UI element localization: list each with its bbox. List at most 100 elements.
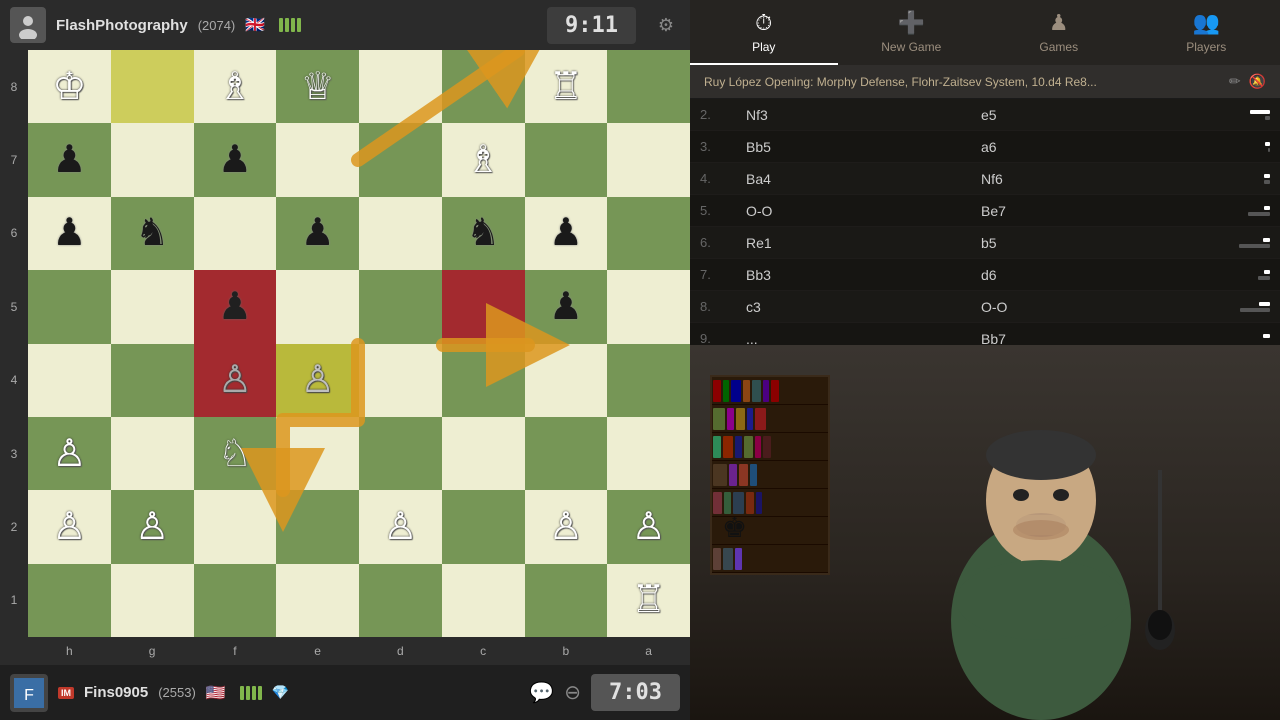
square-d2[interactable]: ♙ bbox=[359, 490, 442, 563]
square-e3[interactable] bbox=[276, 417, 359, 490]
piece-BP-b5[interactable]: ♟ bbox=[549, 288, 583, 326]
square-c6[interactable]: ♞ bbox=[442, 197, 525, 270]
square-b2[interactable]: ♙ bbox=[525, 490, 608, 563]
square-e1[interactable] bbox=[276, 564, 359, 637]
white-move[interactable]: O-O bbox=[740, 200, 975, 222]
square-g8[interactable] bbox=[111, 50, 194, 123]
black-move[interactable]: O-O bbox=[975, 296, 1210, 318]
square-e6[interactable]: ♟ bbox=[276, 197, 359, 270]
square-e2[interactable] bbox=[276, 490, 359, 563]
square-c3[interactable] bbox=[442, 417, 525, 490]
square-e5[interactable] bbox=[276, 270, 359, 343]
square-a3[interactable] bbox=[607, 417, 690, 490]
square-f5[interactable]: ♟ bbox=[194, 270, 277, 343]
piece-WP-b2[interactable]: ♙ bbox=[549, 508, 583, 546]
square-b1[interactable] bbox=[525, 564, 608, 637]
piece-WK-h8[interactable]: ♔ bbox=[52, 68, 86, 106]
square-c5[interactable] bbox=[442, 270, 525, 343]
nav-games[interactable]: ♟ Games bbox=[985, 0, 1133, 65]
piece-BP-b6[interactable]: ♟ bbox=[549, 214, 583, 252]
piece-WP-d2[interactable]: ♙ bbox=[383, 508, 417, 546]
white-move[interactable]: Nf3 bbox=[740, 104, 975, 126]
nav-new-game[interactable]: ➕ New Game bbox=[838, 0, 986, 65]
black-move[interactable]: Be7 bbox=[975, 200, 1210, 222]
square-h6[interactable]: ♟ bbox=[28, 197, 111, 270]
black-move[interactable]: e5 bbox=[975, 104, 1210, 126]
square-a5[interactable] bbox=[607, 270, 690, 343]
square-e7[interactable] bbox=[276, 123, 359, 196]
info-button[interactable]: 🔕 bbox=[1249, 73, 1266, 90]
piece-BN-g6[interactable]: ♞ bbox=[135, 214, 169, 252]
white-move[interactable]: Bb3 bbox=[740, 264, 975, 286]
square-d7[interactable] bbox=[359, 123, 442, 196]
square-f7[interactable]: ♟ bbox=[194, 123, 277, 196]
square-h4[interactable] bbox=[28, 344, 111, 417]
square-f3[interactable]: ♘ bbox=[194, 417, 277, 490]
square-g3[interactable] bbox=[111, 417, 194, 490]
square-a8[interactable] bbox=[607, 50, 690, 123]
square-c7[interactable]: ♗ bbox=[442, 123, 525, 196]
white-move[interactable]: ... bbox=[740, 328, 975, 346]
square-b6[interactable]: ♟ bbox=[525, 197, 608, 270]
square-g5[interactable] bbox=[111, 270, 194, 343]
chess-board[interactable]: 8♔♗♕♖7♟♟♗6♟♞♟♞♟5♟♟4♙♙3♙♘2♙♙♙♙♙1♖hgfedcba bbox=[0, 50, 690, 665]
square-g1[interactable] bbox=[111, 564, 194, 637]
piece-WR-a1[interactable]: ♖ bbox=[632, 581, 666, 619]
square-c2[interactable] bbox=[442, 490, 525, 563]
square-b4[interactable] bbox=[525, 344, 608, 417]
square-c4[interactable] bbox=[442, 344, 525, 417]
edit-button[interactable]: ✏ bbox=[1229, 73, 1241, 90]
square-h2[interactable]: ♙ bbox=[28, 490, 111, 563]
draw-button[interactable]: ⊖ bbox=[564, 680, 581, 705]
square-b8[interactable]: ♖ bbox=[525, 50, 608, 123]
piece-WP-e4[interactable]: ♙ bbox=[301, 361, 335, 399]
square-a7[interactable] bbox=[607, 123, 690, 196]
piece-WP-g2[interactable]: ♙ bbox=[135, 508, 169, 546]
square-f2[interactable] bbox=[194, 490, 277, 563]
square-g6[interactable]: ♞ bbox=[111, 197, 194, 270]
piece-BP-f7[interactable]: ♟ bbox=[218, 141, 252, 179]
piece-BN-c6[interactable]: ♞ bbox=[466, 214, 500, 252]
piece-WP-h3[interactable]: ♙ bbox=[52, 435, 86, 473]
square-b5[interactable]: ♟ bbox=[525, 270, 608, 343]
nav-play[interactable]: ⏱ Play bbox=[690, 0, 838, 65]
square-a2[interactable]: ♙ bbox=[607, 490, 690, 563]
square-b7[interactable] bbox=[525, 123, 608, 196]
square-c1[interactable] bbox=[442, 564, 525, 637]
square-g7[interactable] bbox=[111, 123, 194, 196]
square-c8[interactable] bbox=[442, 50, 525, 123]
piece-WB-c7[interactable]: ♗ bbox=[466, 141, 500, 179]
white-move[interactable]: Bb5 bbox=[740, 136, 975, 158]
piece-BP-h7[interactable]: ♟ bbox=[52, 141, 86, 179]
chat-button[interactable]: 💬 bbox=[529, 680, 554, 705]
piece-WP-a2[interactable]: ♙ bbox=[632, 508, 666, 546]
square-h3[interactable]: ♙ bbox=[28, 417, 111, 490]
piece-BP-e6[interactable]: ♟ bbox=[301, 214, 335, 252]
white-move[interactable]: Re1 bbox=[740, 232, 975, 254]
moves-panel[interactable]: 2.Nf3e53.Bb5a64.Ba4Nf65.O-OBe76.Re1b57.B… bbox=[690, 99, 1280, 345]
nav-players[interactable]: 👥 Players bbox=[1133, 0, 1280, 65]
piece-WP-h2[interactable]: ♙ bbox=[52, 508, 86, 546]
square-a6[interactable] bbox=[607, 197, 690, 270]
black-move[interactable]: Bb7 bbox=[975, 328, 1210, 346]
square-h7[interactable]: ♟ bbox=[28, 123, 111, 196]
piece-BP-h6[interactable]: ♟ bbox=[52, 214, 86, 252]
square-d6[interactable] bbox=[359, 197, 442, 270]
black-move[interactable]: d6 bbox=[975, 264, 1210, 286]
square-h5[interactable] bbox=[28, 270, 111, 343]
square-d3[interactable] bbox=[359, 417, 442, 490]
square-e4[interactable]: ♙ bbox=[276, 344, 359, 417]
square-g4[interactable] bbox=[111, 344, 194, 417]
square-f8[interactable]: ♗ bbox=[194, 50, 277, 123]
piece-WR-b8[interactable]: ♖ bbox=[549, 68, 583, 106]
piece-WB-f8[interactable]: ♗ bbox=[218, 68, 252, 106]
square-g2[interactable]: ♙ bbox=[111, 490, 194, 563]
square-f4[interactable]: ♙ bbox=[194, 344, 277, 417]
square-d1[interactable] bbox=[359, 564, 442, 637]
gear-button[interactable]: ⚙ bbox=[652, 11, 680, 39]
piece-WN-f3[interactable]: ♘ bbox=[218, 435, 252, 473]
black-move[interactable]: b5 bbox=[975, 232, 1210, 254]
square-f1[interactable] bbox=[194, 564, 277, 637]
piece-WP-f4[interactable]: ♙ bbox=[218, 361, 252, 399]
square-d8[interactable] bbox=[359, 50, 442, 123]
